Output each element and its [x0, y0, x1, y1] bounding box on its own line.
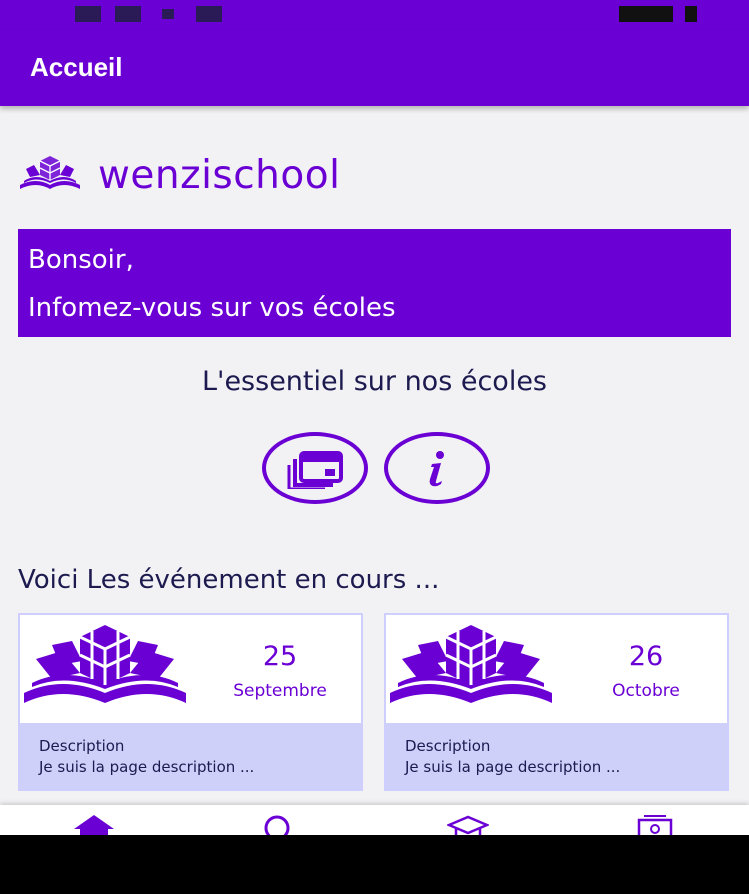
status-bar — [0, 0, 749, 30]
nav-schools[interactable] — [445, 815, 491, 835]
greeting-banner: Bonsoir, Infomez-vous sur vos écoles — [18, 229, 731, 337]
graduation-cap-icon — [445, 815, 491, 835]
nav-contacts[interactable] — [636, 815, 674, 835]
system-nav-bar — [0, 835, 749, 894]
status-icon — [162, 9, 174, 19]
info-button[interactable] — [384, 432, 490, 504]
event-card-footer: Description Je suis la page description … — [20, 723, 361, 789]
event-card[interactable]: 25 Septembre Description Je suis la page… — [18, 613, 363, 791]
event-desc-text: Je suis la page description ... — [39, 758, 255, 776]
greeting-subline: Infomez-vous sur vos écoles — [28, 293, 396, 323]
status-icon — [75, 6, 101, 22]
contact-card-icon — [637, 815, 673, 835]
event-month: Septembre — [233, 681, 327, 701]
calendar-stack-icon — [287, 451, 343, 489]
brand-logo: wenzischool — [18, 150, 340, 200]
battery-icon — [619, 6, 673, 22]
event-day: 26 — [628, 641, 664, 672]
home-icon — [74, 815, 114, 835]
events-calendar-button[interactable] — [262, 432, 368, 504]
event-desc-label: Description — [405, 737, 491, 755]
event-card[interactable]: 26 Octobre Description Je suis la page d… — [384, 613, 729, 791]
event-desc-label: Description — [39, 737, 125, 755]
section-title: L'essentiel sur nos écoles — [201, 366, 547, 397]
status-icon — [196, 6, 222, 22]
nav-search[interactable] — [262, 815, 294, 835]
search-icon — [264, 815, 290, 835]
status-icon — [115, 6, 141, 22]
book-cube-image-icon — [390, 625, 552, 703]
greeting-line: Bonsoir, — [28, 245, 134, 275]
book-cube-logo-icon — [20, 156, 80, 189]
event-desc-text: Je suis la page description ... — [405, 758, 621, 776]
events-section-title: Voici Les événement en cours ... — [18, 565, 440, 595]
signal-icon — [685, 6, 697, 22]
book-cube-image-icon — [24, 625, 186, 703]
bottom-navigation — [0, 805, 749, 835]
event-day: 25 — [262, 641, 298, 672]
page-title: Accueil — [30, 52, 123, 82]
event-card-footer: Description Je suis la page description … — [386, 723, 727, 789]
app-bar: Accueil — [0, 30, 749, 106]
event-month: Octobre — [612, 681, 680, 701]
nav-home[interactable] — [72, 815, 116, 835]
info-icon — [429, 451, 444, 487]
brand-name: wenzischool — [98, 152, 341, 198]
